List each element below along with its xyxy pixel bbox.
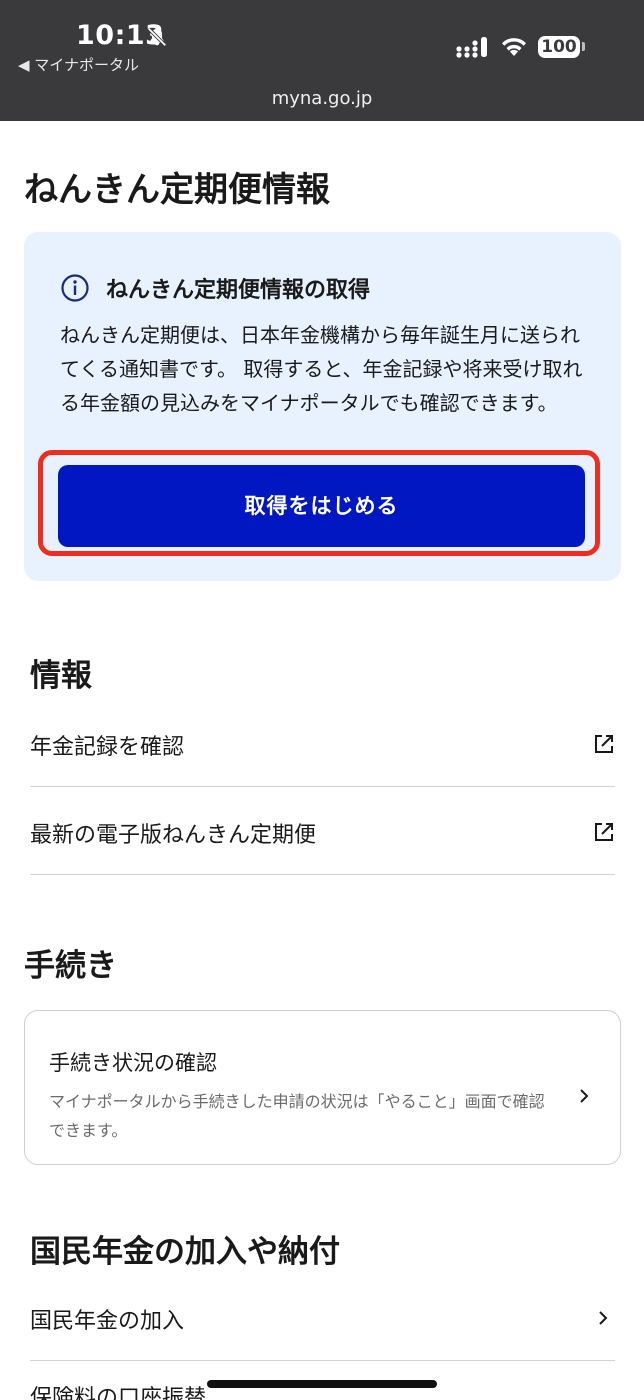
list-item-label: 国民年金の加入: [30, 1309, 185, 1334]
battery-indicator: 100: [538, 36, 580, 58]
list-item-label: 年金記録を確認: [30, 735, 185, 760]
status-bar: 10:13 ◀ マイナポータル 100 myna.go.jp: [0, 0, 644, 121]
home-indicator: [207, 1380, 437, 1388]
wifi-icon: [502, 38, 526, 56]
list-item-latest-nenkin[interactable]: 最新の電子版ねんきん定期便: [30, 787, 615, 875]
section-title-info: 情報: [30, 658, 92, 694]
external-link-icon: [595, 823, 613, 841]
info-card-body: ねんきん定期便は、日本年金機構から毎年誕生月に送られてくる通知書です。 取得する…: [60, 323, 583, 415]
list-item-premium-payment[interactable]: 保険料の口座振替: [30, 1384, 206, 1400]
external-link-icon: [595, 735, 613, 753]
procedure-card-description: マイナポータルから手続きした申請の状況は「やること」画面で確認できます。: [49, 1092, 545, 1140]
info-icon: [61, 274, 89, 302]
chevron-right-icon: [599, 1311, 608, 1325]
procedure-status-card[interactable]: 手続き状況の確認 マイナポータルから手続きした申請の状況は「やること」画面で確認…: [24, 1010, 621, 1165]
list-item-pension-enrollment[interactable]: 国民年金の加入: [30, 1273, 615, 1361]
battery-tip: [582, 42, 585, 51]
section-title-procedures: 手続き: [24, 948, 117, 984]
start-retrieval-button[interactable]: 取得をはじめる: [58, 465, 585, 547]
info-card-header: ねんきん定期便情報の取得: [60, 272, 370, 304]
bell-muted-icon: [147, 27, 167, 47]
cellular-signal-icon: [456, 37, 487, 58]
list-item-label: 最新の電子版ねんきん定期便: [30, 823, 317, 848]
address-bar-url[interactable]: myna.go.jp: [0, 88, 644, 109]
nenkin-retrieval-card: ねんきん定期便情報の取得 ねんきん定期便は、日本年金機構から毎年誕生月に送られて…: [24, 232, 621, 581]
chevron-right-icon: [580, 1089, 589, 1103]
list-item-pension-record[interactable]: 年金記録を確認: [30, 699, 615, 787]
page-title: ねんきん定期便情報: [24, 170, 330, 210]
section-title-pension: 国民年金の加入や納付: [30, 1234, 340, 1270]
info-card-title: ねんきん定期便情報の取得: [106, 278, 371, 303]
procedure-card-title: 手続き状況の確認: [49, 1051, 217, 1075]
back-to-app-link[interactable]: ◀ マイナポータル: [18, 54, 139, 75]
